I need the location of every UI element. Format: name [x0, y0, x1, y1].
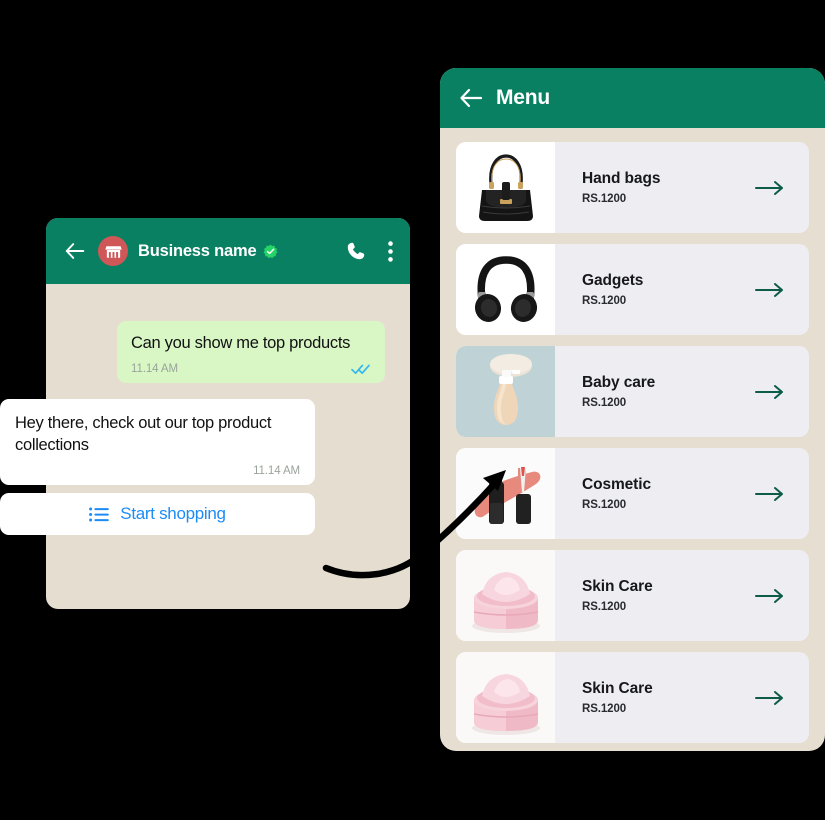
incoming-message-bubble: Hey there, check out our top product col… — [0, 399, 315, 485]
phone-icon[interactable] — [346, 241, 366, 261]
catalog-item-cosmetic[interactable]: Cosmetic RS.1200 — [456, 448, 809, 539]
catalog-item-price: RS.1200 — [582, 601, 627, 613]
chat-phone: Business name Can you show me top produc… — [0, 218, 410, 609]
message-text: Hey there, check out our top product col… — [15, 414, 272, 454]
catalog-item-title: Gadgets — [582, 272, 644, 289]
arrow-right-icon[interactable] — [753, 282, 787, 298]
catalog-item-text: Gadgets RS.1200 — [582, 272, 753, 307]
message-timestamp: 11.14 AM — [253, 465, 300, 477]
catalog-item-gadgets[interactable]: Gadgets RS.1200 — [456, 244, 809, 335]
handbag-image — [456, 142, 555, 233]
storefront-icon[interactable] — [98, 236, 128, 266]
catalog-item-body: Baby care RS.1200 — [555, 346, 809, 437]
catalog-panel: Menu Hand bags RS.1200 Gadgets RS.1200 B… — [440, 68, 825, 751]
catalog-item-body: Cosmetic RS.1200 — [555, 448, 809, 539]
message-meta: 11.14 AM — [131, 363, 371, 375]
catalog-item-skin-care-1[interactable]: Skin Care RS.1200 — [456, 550, 809, 641]
cream-jar-image — [456, 652, 555, 743]
catalog-item-text: Baby care RS.1200 — [582, 374, 753, 409]
catalog-item-title: Skin Care — [582, 680, 653, 697]
catalog-title: Menu — [496, 86, 551, 109]
cream-jar-image — [456, 550, 555, 641]
catalog-item-body: Hand bags RS.1200 — [555, 142, 809, 233]
message-meta: 11.14 AM — [15, 465, 300, 477]
catalog-item-text: Hand bags RS.1200 — [582, 170, 753, 205]
catalog-item-skin-care-2[interactable]: Skin Care RS.1200 — [456, 652, 809, 743]
more-vertical-icon[interactable] — [388, 240, 393, 262]
lotion-image — [456, 346, 555, 437]
arrow-right-icon[interactable] — [753, 486, 787, 502]
back-arrow-icon[interactable] — [458, 85, 484, 111]
catalog-item-body: Gadgets RS.1200 — [555, 244, 809, 335]
catalog-item-title: Hand bags — [582, 170, 661, 187]
arrow-right-icon[interactable] — [753, 180, 787, 196]
arrow-right-icon[interactable] — [753, 384, 787, 400]
catalog-item-list: Hand bags RS.1200 Gadgets RS.1200 Baby c… — [440, 128, 825, 751]
catalog-item-price: RS.1200 — [582, 397, 627, 409]
back-arrow-icon[interactable] — [64, 240, 86, 262]
catalog-item-text: Skin Care RS.1200 — [582, 578, 753, 613]
arrow-right-icon[interactable] — [753, 690, 787, 706]
catalog-item-price: RS.1200 — [582, 295, 627, 307]
catalog-item-body: Skin Care RS.1200 — [555, 550, 809, 641]
start-shopping-label: Start shopping — [120, 504, 226, 523]
start-shopping-button[interactable]: Start shopping — [0, 493, 315, 535]
catalog-item-title: Skin Care — [582, 578, 653, 595]
headphones-image — [456, 244, 555, 335]
verified-badge-icon — [264, 244, 278, 258]
arrow-right-icon[interactable] — [753, 588, 787, 604]
message-text: Can you show me top products — [131, 334, 351, 352]
catalog-item-body: Skin Care RS.1200 — [555, 652, 809, 743]
chat-header: Business name — [46, 218, 410, 284]
catalog-item-price: RS.1200 — [582, 499, 627, 511]
catalog-header: Menu — [440, 68, 825, 128]
catalog-item-text: Cosmetic RS.1200 — [582, 476, 753, 511]
catalog-item-price: RS.1200 — [582, 703, 627, 715]
message-timestamp: 11.14 AM — [131, 363, 178, 375]
list-menu-icon — [89, 507, 110, 521]
lipgloss-image — [456, 448, 555, 539]
catalog-item-baby-care[interactable]: Baby care RS.1200 — [456, 346, 809, 437]
catalog-item-price: RS.1200 — [582, 193, 627, 205]
business-name-label: Business name — [138, 241, 257, 260]
outgoing-message-bubble: Can you show me top products 11.14 AM — [117, 321, 385, 383]
catalog-item-hand-bags[interactable]: Hand bags RS.1200 — [456, 142, 809, 233]
catalog-item-title: Baby care — [582, 374, 656, 391]
catalog-item-text: Skin Care RS.1200 — [582, 680, 753, 715]
catalog-item-title: Cosmetic — [582, 476, 651, 493]
double-check-icon — [351, 364, 370, 375]
